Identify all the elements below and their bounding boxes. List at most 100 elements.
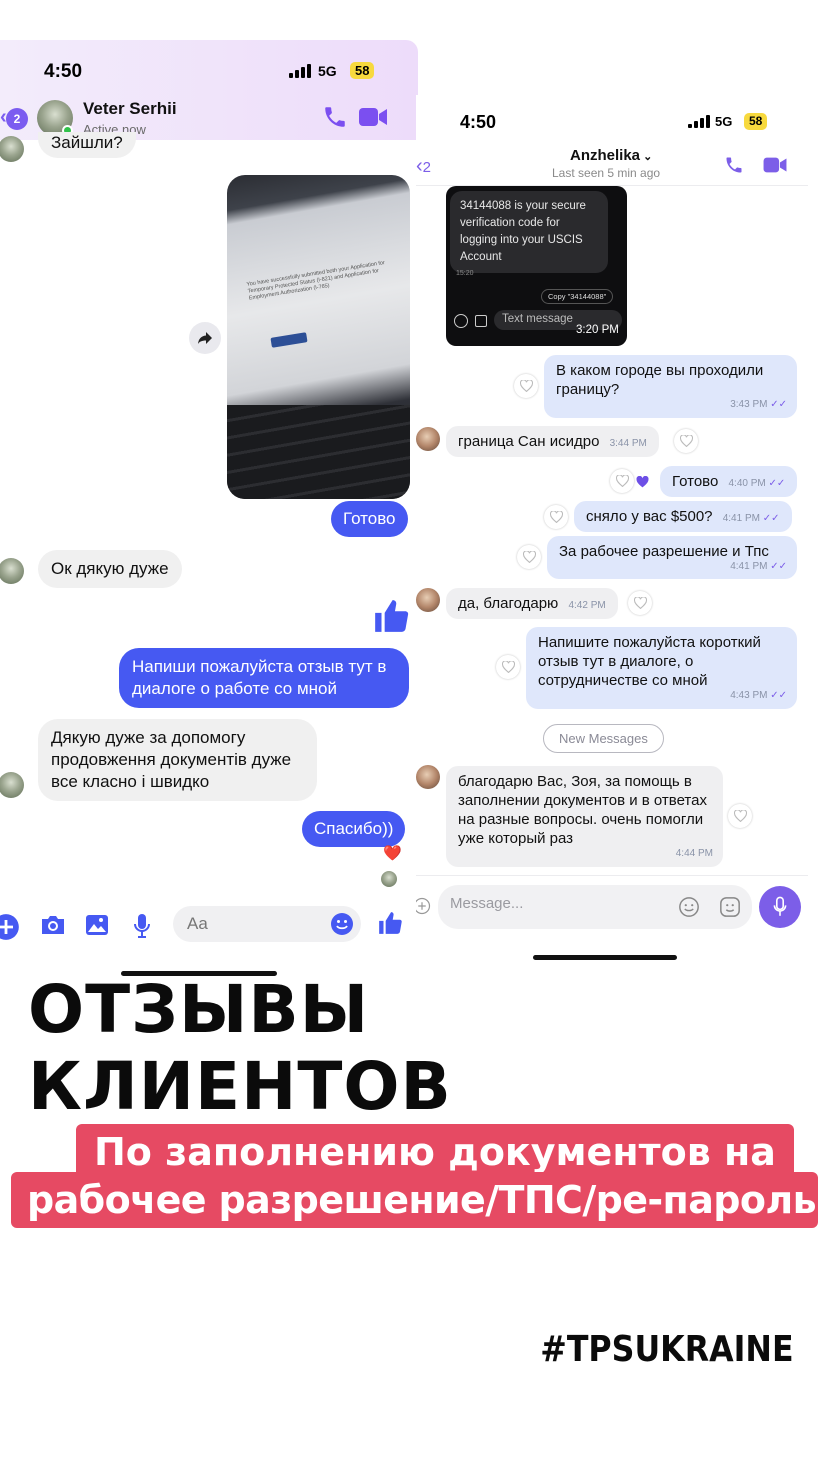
signal-icon xyxy=(688,115,710,128)
new-messages-divider: New Messages xyxy=(543,724,664,753)
sender-avatar xyxy=(0,772,24,798)
message-incoming: граница Сан исидро 3:44 PM xyxy=(446,426,659,457)
heart-icon[interactable] xyxy=(610,469,634,493)
sms-screenshot-image[interactable]: 34144088 is your secure verification cod… xyxy=(446,186,627,346)
heart-filled-icon xyxy=(636,475,649,493)
heart-icon[interactable] xyxy=(496,655,520,679)
message-input[interactable]: Message... xyxy=(438,885,752,929)
contact-name-label: Anzhelika xyxy=(570,147,641,164)
message-outgoing: Готово 4:40 PM ✓✓ xyxy=(660,466,798,497)
message-incoming: Дякую дуже за допомогу продовження докум… xyxy=(38,719,317,801)
message-text: В каком городе вы проходили границу? xyxy=(556,362,764,398)
plus-icon[interactable] xyxy=(0,913,20,946)
message-input-placeholder: Message... xyxy=(450,895,524,912)
like-button-icon[interactable] xyxy=(377,910,403,941)
voice-message-button[interactable] xyxy=(759,886,801,928)
message-time: 4:40 PM ✓✓ xyxy=(728,478,786,489)
home-indicator xyxy=(533,955,677,960)
message-time: 3:43 PM ✓✓ xyxy=(730,399,787,410)
sender-avatar xyxy=(416,588,440,612)
sender-avatar xyxy=(416,765,440,789)
message-text: Напишите пожалуйста короткий отзыв тут в… xyxy=(538,634,761,689)
message-outgoing: За рабочее разрешение и Тпс 4:41 PM ✓✓ xyxy=(547,536,797,579)
message-text: Готово xyxy=(672,473,719,490)
phone-call-icon[interactable] xyxy=(322,104,348,135)
message-time: 4:42 PM xyxy=(568,600,606,611)
heart-reaction: ❤️ xyxy=(383,845,402,862)
message-outgoing: Напишите пожалуйста короткий отзыв тут в… xyxy=(526,627,797,709)
composer-divider xyxy=(416,875,808,876)
message-incoming: Зайшли? xyxy=(38,132,136,158)
message-incoming: Ок дякую дуже xyxy=(38,550,182,588)
sticker-icon[interactable] xyxy=(719,896,741,923)
sms-code-text: 34144088 is your secure verification cod… xyxy=(450,191,608,273)
message-text: сняло у вас $500? xyxy=(586,508,713,525)
back-count: 2 xyxy=(422,159,432,176)
message-text: граница Сан исидро xyxy=(458,433,600,450)
sender-avatar xyxy=(0,136,24,162)
message-text: благодарю Вас, Зоя, за помощь в заполнен… xyxy=(458,773,707,847)
photo-caption: You have successfully submitted both you… xyxy=(246,259,386,302)
network-label: 5G xyxy=(715,114,733,129)
sms-plus-icon xyxy=(454,314,468,328)
page-title: ОТЗЫВЫ КЛИЕНТОВ xyxy=(28,971,452,1125)
message-time: 3:44 PM xyxy=(609,438,647,449)
emoji-icon[interactable] xyxy=(678,896,700,923)
heart-icon[interactable] xyxy=(517,545,541,569)
message-text: да, благодарю xyxy=(458,595,559,612)
gallery-icon[interactable] xyxy=(85,914,109,941)
signal-icon xyxy=(289,64,311,78)
plus-icon[interactable] xyxy=(416,897,431,920)
message-outgoing: Напиши пожалуйста отзыв тут в диалоге о … xyxy=(119,648,409,708)
phone-call-icon[interactable] xyxy=(724,155,744,180)
heart-icon[interactable] xyxy=(674,429,698,453)
message-time: 4:41 PM ✓✓ xyxy=(722,513,780,524)
microphone-icon xyxy=(773,896,787,916)
chevron-down-icon: ⌄ xyxy=(640,151,653,163)
contact-name[interactable]: Anzhelika ⌄ xyxy=(570,147,652,164)
heart-icon[interactable] xyxy=(544,505,568,529)
messenger-screenshot: 4:50 5G 58 ‹ 2 Veter Serhii Active now З… xyxy=(0,40,418,980)
photo-message[interactable]: You have successfully submitted both you… xyxy=(227,175,410,499)
photo-keyboard xyxy=(227,405,410,499)
photo-screen-button xyxy=(270,332,308,348)
share-icon[interactable] xyxy=(189,322,221,354)
video-call-icon[interactable] xyxy=(762,156,788,179)
last-seen: Last seen 5 min ago xyxy=(552,166,661,180)
back-button[interactable]: ‹2 xyxy=(416,155,431,178)
camera-icon[interactable] xyxy=(40,914,66,941)
back-count-badge[interactable]: 2 xyxy=(6,108,28,130)
viber-screenshot: 4:50 5G 58 ‹2 Anzhelika ⌄ Last seen 5 mi… xyxy=(416,95,808,967)
status-time: 4:50 xyxy=(44,61,83,82)
message-outgoing: Спасибо)) xyxy=(302,811,406,847)
status-time: 4:50 xyxy=(460,112,497,132)
battery-indicator: 58 xyxy=(744,113,768,130)
contact-name[interactable]: Veter Serhii xyxy=(83,99,177,119)
heart-icon[interactable] xyxy=(728,804,752,828)
emoji-icon[interactable] xyxy=(330,912,354,941)
sms-screenshot-timestamp: 3:20 PM xyxy=(576,324,619,336)
video-call-icon[interactable] xyxy=(358,106,388,133)
network-label: 5G xyxy=(318,63,337,79)
message-incoming: да, благодарю 4:42 PM xyxy=(446,588,618,619)
message-time: 4:41 PM ✓✓ xyxy=(730,561,787,572)
hashtag-banner: #TPSUKRAINE xyxy=(536,1312,798,1386)
seen-avatar xyxy=(381,871,397,887)
message-outgoing: В каком городе вы проходили границу? 3:4… xyxy=(544,355,797,418)
thumbs-up-icon xyxy=(372,597,410,640)
message-input-placeholder: Aa xyxy=(187,914,208,933)
chevron-left-icon: ‹ xyxy=(416,155,423,177)
heart-icon[interactable] xyxy=(514,374,538,398)
subtitle-line-2: рабочее разрешение/ТПС/ре-пароль xyxy=(11,1172,818,1228)
sms-copy-chip: Copy "34144088" xyxy=(541,289,614,304)
message-time: 4:44 PM xyxy=(675,848,713,859)
battery-indicator: 58 xyxy=(350,62,375,79)
heart-icon[interactable] xyxy=(628,591,652,615)
sender-avatar xyxy=(0,558,24,584)
sms-time: 15:20 xyxy=(456,270,474,277)
sender-avatar xyxy=(416,427,440,451)
sms-gallery-icon xyxy=(475,315,487,327)
microphone-icon[interactable] xyxy=(132,913,152,944)
message-outgoing: Готово xyxy=(331,501,408,537)
message-incoming: благодарю Вас, Зоя, за помощь в заполнен… xyxy=(446,766,723,867)
